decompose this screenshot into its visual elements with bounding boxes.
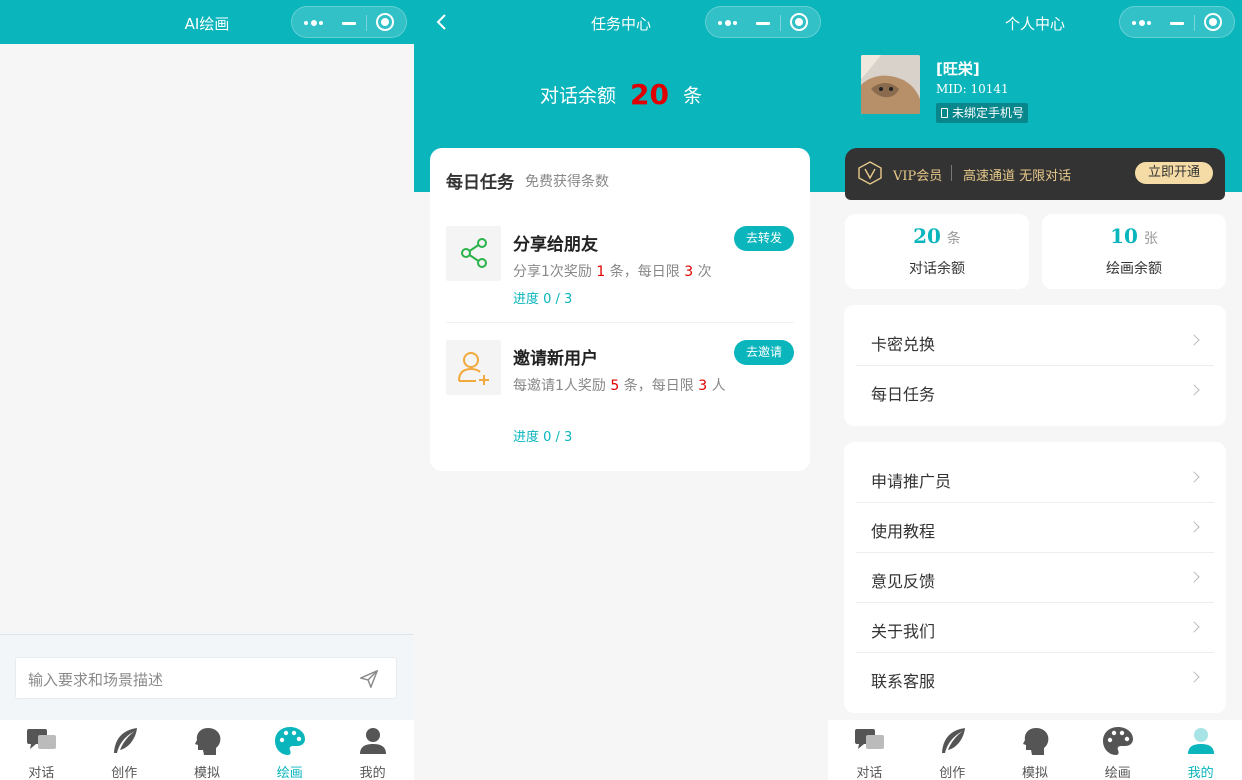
phone-status-badge[interactable]: 未绑定手机号 [936,103,1029,123]
avatar[interactable] [861,55,920,114]
balance-value: 20 [630,78,669,111]
draw-balance-card: 10 张 绘画余额 [1042,214,1226,289]
chevron-right-icon [1188,521,1200,533]
diamond-icon [858,161,882,185]
menu-item-feedback[interactable]: 意见反馈 [856,553,1214,603]
vip-label: VIP会员 [893,169,943,184]
prompt-input[interactable]: 输入要求和场景描述 [15,657,397,699]
share-icon [446,226,501,281]
chat-balance: 对话余额 20 条 [540,78,702,111]
feather-icon [113,728,137,753]
miniprogram-capsule [705,6,821,38]
menu-item-daily-task[interactable]: 每日任务 [856,366,1214,416]
canvas-area [0,44,414,634]
chevron-right-icon [1188,671,1200,683]
vip-open-button[interactable]: 立即开通 [1135,162,1213,184]
profile-screen: 个人中心 [旺栄] MID: 10141 未绑定手机号 VIP会员 高速通道 无… [828,0,1242,780]
chat-balance-card: 20 条 对话余额 [845,214,1029,289]
card-title: 每日任务 [446,173,514,193]
tab-mine[interactable]: 我的 [1159,720,1242,780]
menu-item-support[interactable]: 联系客服 [856,653,1214,703]
menu-group-1: 卡密兑换 每日任务 [844,305,1226,426]
chat-icon [855,729,884,749]
vip-desc: 高速通道 无限对话 [963,169,1072,184]
tab-draw[interactable]: 绘画 [248,720,331,780]
card-subtitle: 免费获得条数 [525,174,609,190]
head-icon [194,728,220,755]
chevron-right-icon [1188,471,1200,483]
input-bar: 输入要求和场景描述 [0,634,414,720]
task-center-screen: 任务中心 对话余额 20 条 每日任务 免费获得条数 分享给朋友 分享1次奖励 1 … [414,0,828,780]
tab-simulate[interactable]: 模拟 [994,720,1077,780]
user-icon [360,728,387,754]
phone-icon [941,108,948,118]
ai-drawing-screen: AI绘画 输入要求和场景描述 对话 创作 模拟 绘画 我的 [0,0,414,780]
user-mid: MID: 10141 [936,82,1009,96]
palette-icon [1103,727,1134,755]
miniprogram-capsule [291,6,407,38]
nav-bar: 个人中心 [828,0,1242,44]
more-icon[interactable] [718,20,738,26]
miniprogram-capsule [1119,6,1235,38]
close-icon[interactable] [1204,13,1222,31]
nav-bar: AI绘画 [0,0,414,44]
nav-bar: 任务中心 [414,0,828,44]
task-name: 分享给朋友 [513,235,598,255]
menu-item-redeem[interactable]: 卡密兑换 [856,316,1214,366]
tab-mine[interactable]: 我的 [331,720,414,780]
chevron-right-icon [1188,384,1200,396]
prompt-placeholder: 输入要求和场景描述 [28,671,164,689]
task-desc: 每邀请1人奖励 5 条，每日限 3 人 [513,378,726,394]
send-icon[interactable] [358,668,380,690]
invite-button[interactable]: 去邀请 [734,340,794,365]
menu-item-tutorial[interactable]: 使用教程 [856,503,1214,553]
feather-icon [941,728,965,753]
menu-group-2: 申请推广员 使用教程 意见反馈 关于我们 联系客服 [844,442,1226,713]
tab-create[interactable]: 创作 [911,720,994,780]
vip-banner[interactable]: VIP会员 高速通道 无限对话 立即开通 [845,148,1225,200]
chevron-right-icon [1188,334,1200,346]
tab-draw[interactable]: 绘画 [1076,720,1159,780]
minimize-icon[interactable] [756,22,770,25]
chevron-right-icon [1188,571,1200,583]
tab-simulate[interactable]: 模拟 [166,720,249,780]
minimize-icon[interactable] [1170,22,1184,25]
chevron-right-icon [1188,621,1200,633]
tab-bar: 对话 创作 模拟 绘画 我的 [0,720,414,780]
more-icon[interactable] [1132,20,1152,26]
add-user-icon [446,340,501,395]
tab-chat[interactable]: 对话 [0,720,83,780]
tab-chat[interactable]: 对话 [828,720,911,780]
tab-create[interactable]: 创作 [83,720,166,780]
task-name: 邀请新用户 [513,349,598,369]
head-icon [1022,728,1048,755]
user-icon [1188,728,1215,754]
chat-icon [27,729,56,749]
minimize-icon[interactable] [342,22,356,25]
profile-header: [旺栄] MID: 10141 未绑定手机号 VIP会员 高速通道 无限对话 立… [828,44,1242,200]
menu-item-promoter[interactable]: 申请推广员 [856,453,1214,503]
more-icon[interactable] [304,20,324,26]
task-desc: 分享1次奖励 1 条，每日限 3 次 [513,264,712,280]
menu-item-about[interactable]: 关于我们 [856,603,1214,653]
user-name: [旺栄] [936,60,980,78]
tab-bar: 对话 创作 模拟 绘画 我的 [828,720,1242,780]
close-icon[interactable] [790,13,808,31]
daily-task-card: 每日任务 免费获得条数 分享给朋友 分享1次奖励 1 条，每日限 3 次 进度 … [430,148,810,471]
close-icon[interactable] [376,13,394,31]
task-progress: 进度 0 / 3 [513,430,573,445]
share-button[interactable]: 去转发 [734,226,794,251]
palette-icon [275,727,306,755]
task-progress: 进度 0 / 3 [513,292,573,307]
